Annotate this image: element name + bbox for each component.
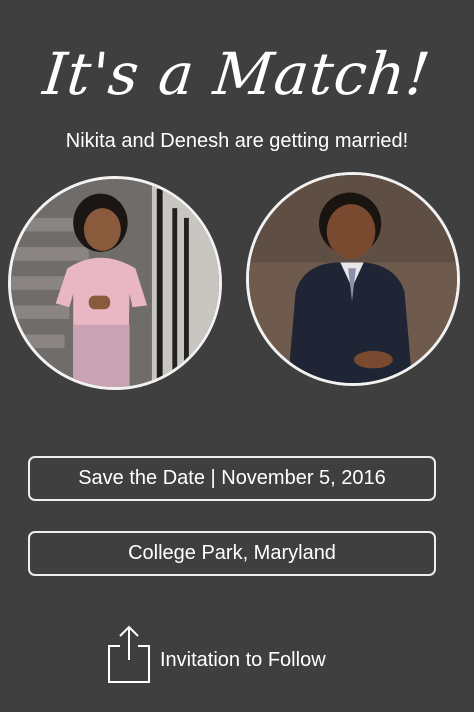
page-subtitle: Nikita and Denesh are getting married!: [65, 130, 409, 152]
save-the-date-button[interactable]: Save the Date | November 5, 2016: [28, 456, 436, 501]
groom-photo: [246, 172, 460, 386]
page-title: It's a Match!: [40, 40, 434, 108]
location-button[interactable]: College Park, Maryland: [28, 531, 436, 576]
invitation-follow-link[interactable]: Invitation to Follow: [106, 624, 326, 684]
share-icon[interactable]: [106, 624, 152, 684]
invitation-follow-label: Invitation to Follow: [160, 649, 326, 671]
bride-photo: [8, 176, 222, 390]
